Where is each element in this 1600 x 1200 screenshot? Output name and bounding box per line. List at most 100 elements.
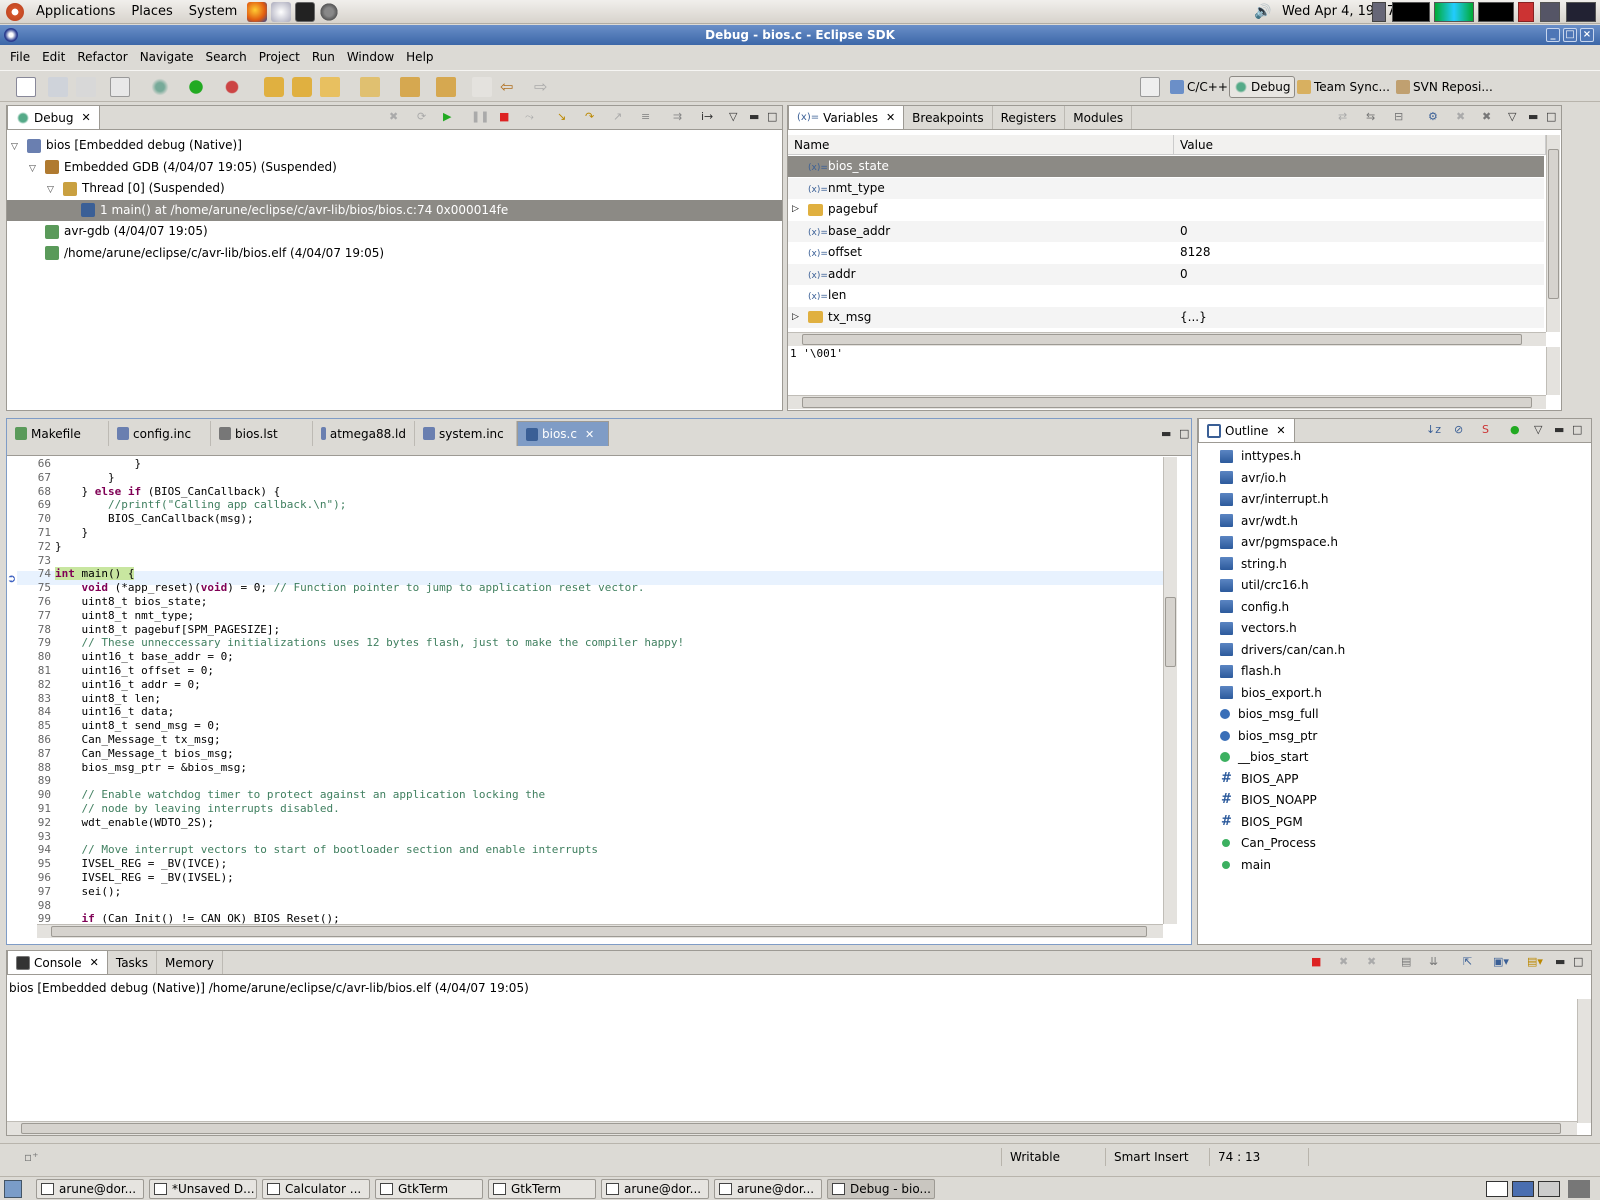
perspective-team-sync[interactable]: Team Sync...	[1293, 76, 1394, 98]
minimize-editor-icon[interactable]: ▬	[1161, 427, 1171, 440]
fast-view-icon[interactable]: ▫⁺	[24, 1150, 38, 1164]
display-selected-console-icon[interactable]: ▣▾	[1493, 955, 1509, 968]
debug-tree-item[interactable]: ▽ bios [Embedded debug (Native)]	[7, 135, 782, 156]
tab-tasks[interactable]: Tasks	[108, 951, 158, 974]
outline-item[interactable]: __bios_start	[1220, 746, 1309, 768]
disconnect-icon[interactable]: ⤳	[525, 110, 534, 124]
taskbar-button[interactable]: Debug - bio...	[827, 1179, 935, 1199]
close-icon[interactable]: ✕	[585, 428, 594, 441]
hide-static-members-icon[interactable]: S	[1482, 423, 1489, 436]
previous-annotation-icon[interactable]	[436, 77, 456, 97]
sort-icon[interactable]: ↓z	[1426, 423, 1441, 436]
view-menu-icon[interactable]: ▽	[1534, 423, 1542, 436]
taskbar-button[interactable]: arune@dor...	[714, 1179, 822, 1199]
workspace-2-icon[interactable]	[1512, 1181, 1534, 1197]
step-return-icon[interactable]: ↗	[613, 110, 622, 123]
menu-project[interactable]: Project	[253, 50, 306, 64]
remove-global-variables-icon[interactable]: ✖	[1456, 110, 1465, 123]
menu-edit[interactable]: Edit	[36, 50, 71, 64]
debug-tree-item[interactable]: ▽ Thread [0] (Suspended)	[7, 178, 782, 199]
tab-breakpoints[interactable]: Breakpoints	[904, 106, 993, 129]
menu-run[interactable]: Run	[306, 50, 341, 64]
close-icon[interactable]: ✕	[886, 111, 895, 124]
variable-row[interactable]: (x)= addr 0	[788, 263, 1544, 285]
next-annotation-icon[interactable]	[400, 77, 420, 97]
window-titlebar[interactable]: Debug - bios.c - Eclipse SDK _ □ ×	[0, 25, 1600, 45]
outline-item[interactable]: # BIOS_APP	[1220, 768, 1298, 790]
menu-navigate[interactable]: Navigate	[134, 50, 200, 64]
terminate-icon[interactable]: ■	[1311, 955, 1321, 968]
remove-all-terminated-icon[interactable]: ✖	[1367, 955, 1376, 968]
outline-item[interactable]: # BIOS_NOAPP	[1220, 789, 1317, 811]
outline-item[interactable]: bios_msg_ptr	[1220, 725, 1317, 747]
back-icon[interactable]: ⇦	[500, 77, 520, 97]
scrollbar-thumb[interactable]	[802, 334, 1522, 345]
menu-search[interactable]: Search	[200, 50, 253, 64]
tree-twisty-icon[interactable]: ▽	[11, 137, 21, 158]
eclipse-logo-icon[interactable]	[4, 28, 18, 42]
workspace-3-icon[interactable]	[1538, 1181, 1560, 1197]
variable-detail-pane[interactable]: 1 '\001'	[790, 347, 843, 360]
editor-tab[interactable]: bios.c ✕	[517, 421, 609, 446]
taskbar-button[interactable]: Calculator ...	[262, 1179, 370, 1199]
variable-row[interactable]: (x)= base_addr 0	[788, 220, 1544, 242]
menu-window[interactable]: Window	[341, 50, 400, 64]
console-output[interactable]	[7, 999, 1577, 1123]
new-icon[interactable]	[16, 77, 36, 97]
maximize-window-icon[interactable]: □	[1563, 28, 1577, 42]
tree-twisty-icon[interactable]: ▽	[29, 159, 39, 180]
places-menu[interactable]: Places	[123, 4, 180, 19]
outline-item[interactable]: bios_msg_full	[1220, 703, 1319, 725]
debug-tree-item[interactable]: 1 main() at /home/arune/eclipse/c/avr-li…	[7, 199, 782, 221]
column-header-name[interactable]: Name	[788, 135, 1174, 155]
outline-item[interactable]: util/crc16.h	[1220, 574, 1309, 596]
scrollbar-thumb[interactable]	[1548, 149, 1559, 299]
outline-item[interactable]: string.h	[1220, 553, 1287, 575]
console-horizontal-scrollbar[interactable]	[7, 1121, 1577, 1135]
variable-row[interactable]: ▷ pagebuf	[788, 199, 1544, 220]
open-console-icon[interactable]: ▤▾	[1527, 955, 1543, 968]
clear-console-icon[interactable]: ▤	[1401, 955, 1411, 968]
open-task-icon[interactable]	[320, 77, 340, 97]
console-vertical-scrollbar[interactable]	[1577, 999, 1591, 1123]
open-type-icon[interactable]	[264, 77, 284, 97]
tab-modules[interactable]: Modules	[1065, 106, 1133, 129]
forward-icon[interactable]: ⇨	[534, 77, 554, 97]
variable-row[interactable]: (x)= nmt_type	[788, 177, 1544, 199]
volume-icon[interactable]: 🔊	[1254, 4, 1271, 20]
debug-tree-item[interactable]: /home/arune/eclipse/c/avr-lib/bios.elf (…	[7, 243, 782, 264]
remove-launch-icon[interactable]: ✖	[1339, 955, 1348, 968]
debug-tree-item[interactable]: avr-gdb (4/04/07 19:05)	[7, 221, 782, 242]
variable-row[interactable]: (x)= offset 8128	[788, 242, 1544, 263]
editor-vertical-scrollbar[interactable]	[1163, 457, 1177, 924]
outline-item[interactable]: avr/interrupt.h	[1220, 488, 1328, 510]
outline-item[interactable]: avr/io.h	[1220, 467, 1286, 489]
maximize-view-icon[interactable]: □	[767, 110, 777, 123]
maximize-editor-icon[interactable]: □	[1179, 427, 1189, 440]
open-perspective-icon[interactable]	[1140, 77, 1160, 97]
taskbar-button[interactable]: arune@dor...	[36, 1179, 144, 1199]
perspective-debug[interactable]: Debug	[1229, 76, 1296, 98]
view-menu-icon[interactable]: ▽	[1508, 110, 1516, 123]
outline-item[interactable]: drivers/can/can.h	[1220, 639, 1345, 661]
close-icon[interactable]: ✕	[90, 956, 99, 969]
remove-terminated-icon[interactable]: ✖	[389, 110, 398, 123]
ubuntu-logo-icon[interactable]	[6, 2, 24, 21]
outline-item[interactable]: avr/pgmspace.h	[1220, 531, 1338, 553]
maximize-view-icon[interactable]: □	[1572, 423, 1582, 436]
menu-file[interactable]: File	[4, 50, 36, 64]
taskbar-button[interactable]: GtkTerm	[375, 1179, 483, 1199]
menu-refactor[interactable]: Refactor	[71, 50, 133, 64]
minimize-window-icon[interactable]: _	[1546, 28, 1560, 42]
firefox-launcher-icon[interactable]	[247, 1, 268, 22]
outline-item[interactable]: avr/wdt.h	[1220, 510, 1298, 532]
terminal-launcher-icon[interactable]	[295, 1, 316, 22]
show-type-names-icon[interactable]: ⇄	[1338, 110, 1347, 123]
taskbar-button[interactable]: *Unsaved D...	[149, 1179, 257, 1199]
minimize-view-icon[interactable]: ▬	[1554, 423, 1564, 436]
variable-row[interactable]: (x)= bios_state	[788, 156, 1544, 177]
outline-item[interactable]: inttypes.h	[1220, 445, 1301, 467]
editor-tab[interactable]: system.inc	[415, 421, 517, 446]
minimize-view-icon[interactable]: ▬	[749, 110, 759, 123]
expand-icon[interactable]: ▷	[792, 199, 799, 220]
